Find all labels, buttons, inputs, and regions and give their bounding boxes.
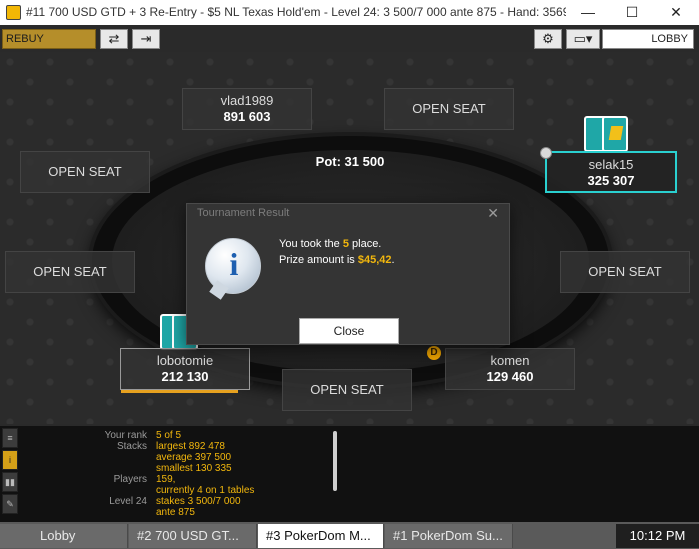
gear-icon[interactable]: ⚙ xyxy=(534,29,562,49)
text-fragment: . xyxy=(391,254,395,266)
info-value: currently 4 on 1 tables xyxy=(156,485,255,496)
maximize-button[interactable]: ☐ xyxy=(610,0,654,25)
tab-lobby[interactable]: Lobby xyxy=(0,524,128,548)
info-label: Your rank xyxy=(104,430,147,441)
open-seat[interactable]: OPEN SEAT xyxy=(282,369,412,411)
info-value: 5 of 5 xyxy=(156,430,182,441)
brand-logo-icon xyxy=(608,126,624,140)
seat-lobotomie[interactable]: lobotomie 212 130 xyxy=(120,348,250,393)
player-stack: 212 130 xyxy=(161,369,209,384)
stats-icon[interactable]: ▮▮ xyxy=(2,472,18,492)
player-stack: 129 460 xyxy=(486,369,534,384)
notes-icon[interactable]: ✎ xyxy=(2,494,18,514)
clock: 10:12 PM xyxy=(616,524,699,548)
leave-table-icon[interactable]: ⇥ xyxy=(132,29,160,49)
action-timer-bar xyxy=(121,390,238,393)
tab-table-1[interactable]: #1 PokerDom Su... xyxy=(385,524,513,548)
dealer-button: D xyxy=(427,346,441,360)
player-name: komen xyxy=(490,353,530,368)
player-name: lobotomie xyxy=(156,353,214,368)
lobby-button[interactable]: LOBBY xyxy=(602,29,694,49)
seat-vlad1989[interactable]: vlad1989 891 603 xyxy=(182,88,312,130)
minimize-button[interactable]: — xyxy=(566,0,610,25)
tab-table-3[interactable]: #3 PokerDom M... xyxy=(258,524,384,548)
seat-indicator-dot xyxy=(540,147,552,159)
dialog-title: Tournament Result xyxy=(197,207,290,219)
card-back xyxy=(602,116,628,152)
result-prize-text: Prize amount is $45,42. xyxy=(279,254,395,266)
info-tab-icon[interactable]: i xyxy=(2,450,18,470)
player-name: selak15 xyxy=(588,157,634,172)
close-dialog-button[interactable]: Close xyxy=(299,318,399,344)
window-title: #11 700 USD GTD + 3 Re-Entry - $5 NL Tex… xyxy=(26,5,566,19)
panel-side-tabs: ≡ i ▮▮ ✎ xyxy=(2,428,18,520)
info-value: ante 875 xyxy=(156,507,195,518)
chat-icon[interactable]: ≡ xyxy=(2,428,18,448)
table-tabs-bar: Lobby #2 700 USD GT... #3 PokerDom M... … xyxy=(0,522,699,549)
poker-table-window: #11 700 USD GTD + 3 Re-Entry - $5 NL Tex… xyxy=(0,0,699,549)
info-label: Level 24 xyxy=(109,496,147,507)
text-fragment: You took the xyxy=(279,238,343,250)
open-seat[interactable]: OPEN SEAT xyxy=(20,151,150,193)
text-fragment: place. xyxy=(348,238,382,250)
panel-scrollbar[interactable] xyxy=(333,431,337,491)
prize-value: $45,42 xyxy=(357,254,392,266)
info-label: Players xyxy=(113,474,147,485)
info-value: smallest 130 335 xyxy=(156,463,232,474)
info-value: largest 892 478 xyxy=(156,441,225,452)
hole-cards xyxy=(584,116,638,152)
close-icon[interactable]: ✕ xyxy=(487,205,499,222)
info-value: stakes 3 500/7 000 xyxy=(156,496,241,507)
info-icon: i xyxy=(205,238,261,300)
open-seat[interactable]: OPEN SEAT xyxy=(384,88,514,130)
layout-icon[interactable]: ▭▾ xyxy=(566,29,600,49)
refresh-icon[interactable]: ⇄ xyxy=(100,29,128,49)
app-logo-icon xyxy=(6,5,21,20)
seat-selak15[interactable]: selak15 325 307 xyxy=(545,151,677,193)
table-toolbar: REBUY ⇄ ⇥ ⚙ ▭▾ LOBBY xyxy=(0,27,699,51)
title-bar: #11 700 USD GTD + 3 Re-Entry - $5 NL Tex… xyxy=(0,0,699,25)
player-name: vlad1989 xyxy=(220,93,274,108)
result-place-text: You took the 5 place. xyxy=(279,238,381,250)
player-stack: 891 603 xyxy=(223,109,271,124)
info-label: Stacks xyxy=(116,441,147,452)
rebuy-button[interactable]: REBUY xyxy=(2,29,96,49)
close-window-button[interactable]: ✕ xyxy=(654,0,698,25)
text-fragment: Prize amount is xyxy=(279,254,358,266)
info-value: average 397 500 xyxy=(156,452,232,463)
info-value: 159, xyxy=(156,474,176,485)
tournament-result-dialog: Tournament Result ✕ i You took the 5 pla… xyxy=(186,203,510,345)
info-glyph: i xyxy=(229,246,239,282)
pot-amount: Pot: 31 500 xyxy=(315,154,385,169)
tab-table-2[interactable]: #2 700 USD GT... xyxy=(129,524,257,548)
tournament-info-panel: ≡ i ▮▮ ✎ Your rank 5 of 5 Stacks largest 89… xyxy=(0,426,699,522)
open-seat[interactable]: OPEN SEAT xyxy=(5,251,135,293)
speech-tail xyxy=(209,280,229,300)
open-seat[interactable]: OPEN SEAT xyxy=(560,251,690,293)
player-stack: 325 307 xyxy=(587,173,635,188)
seat-komen[interactable]: komen 129 460 xyxy=(445,348,575,390)
